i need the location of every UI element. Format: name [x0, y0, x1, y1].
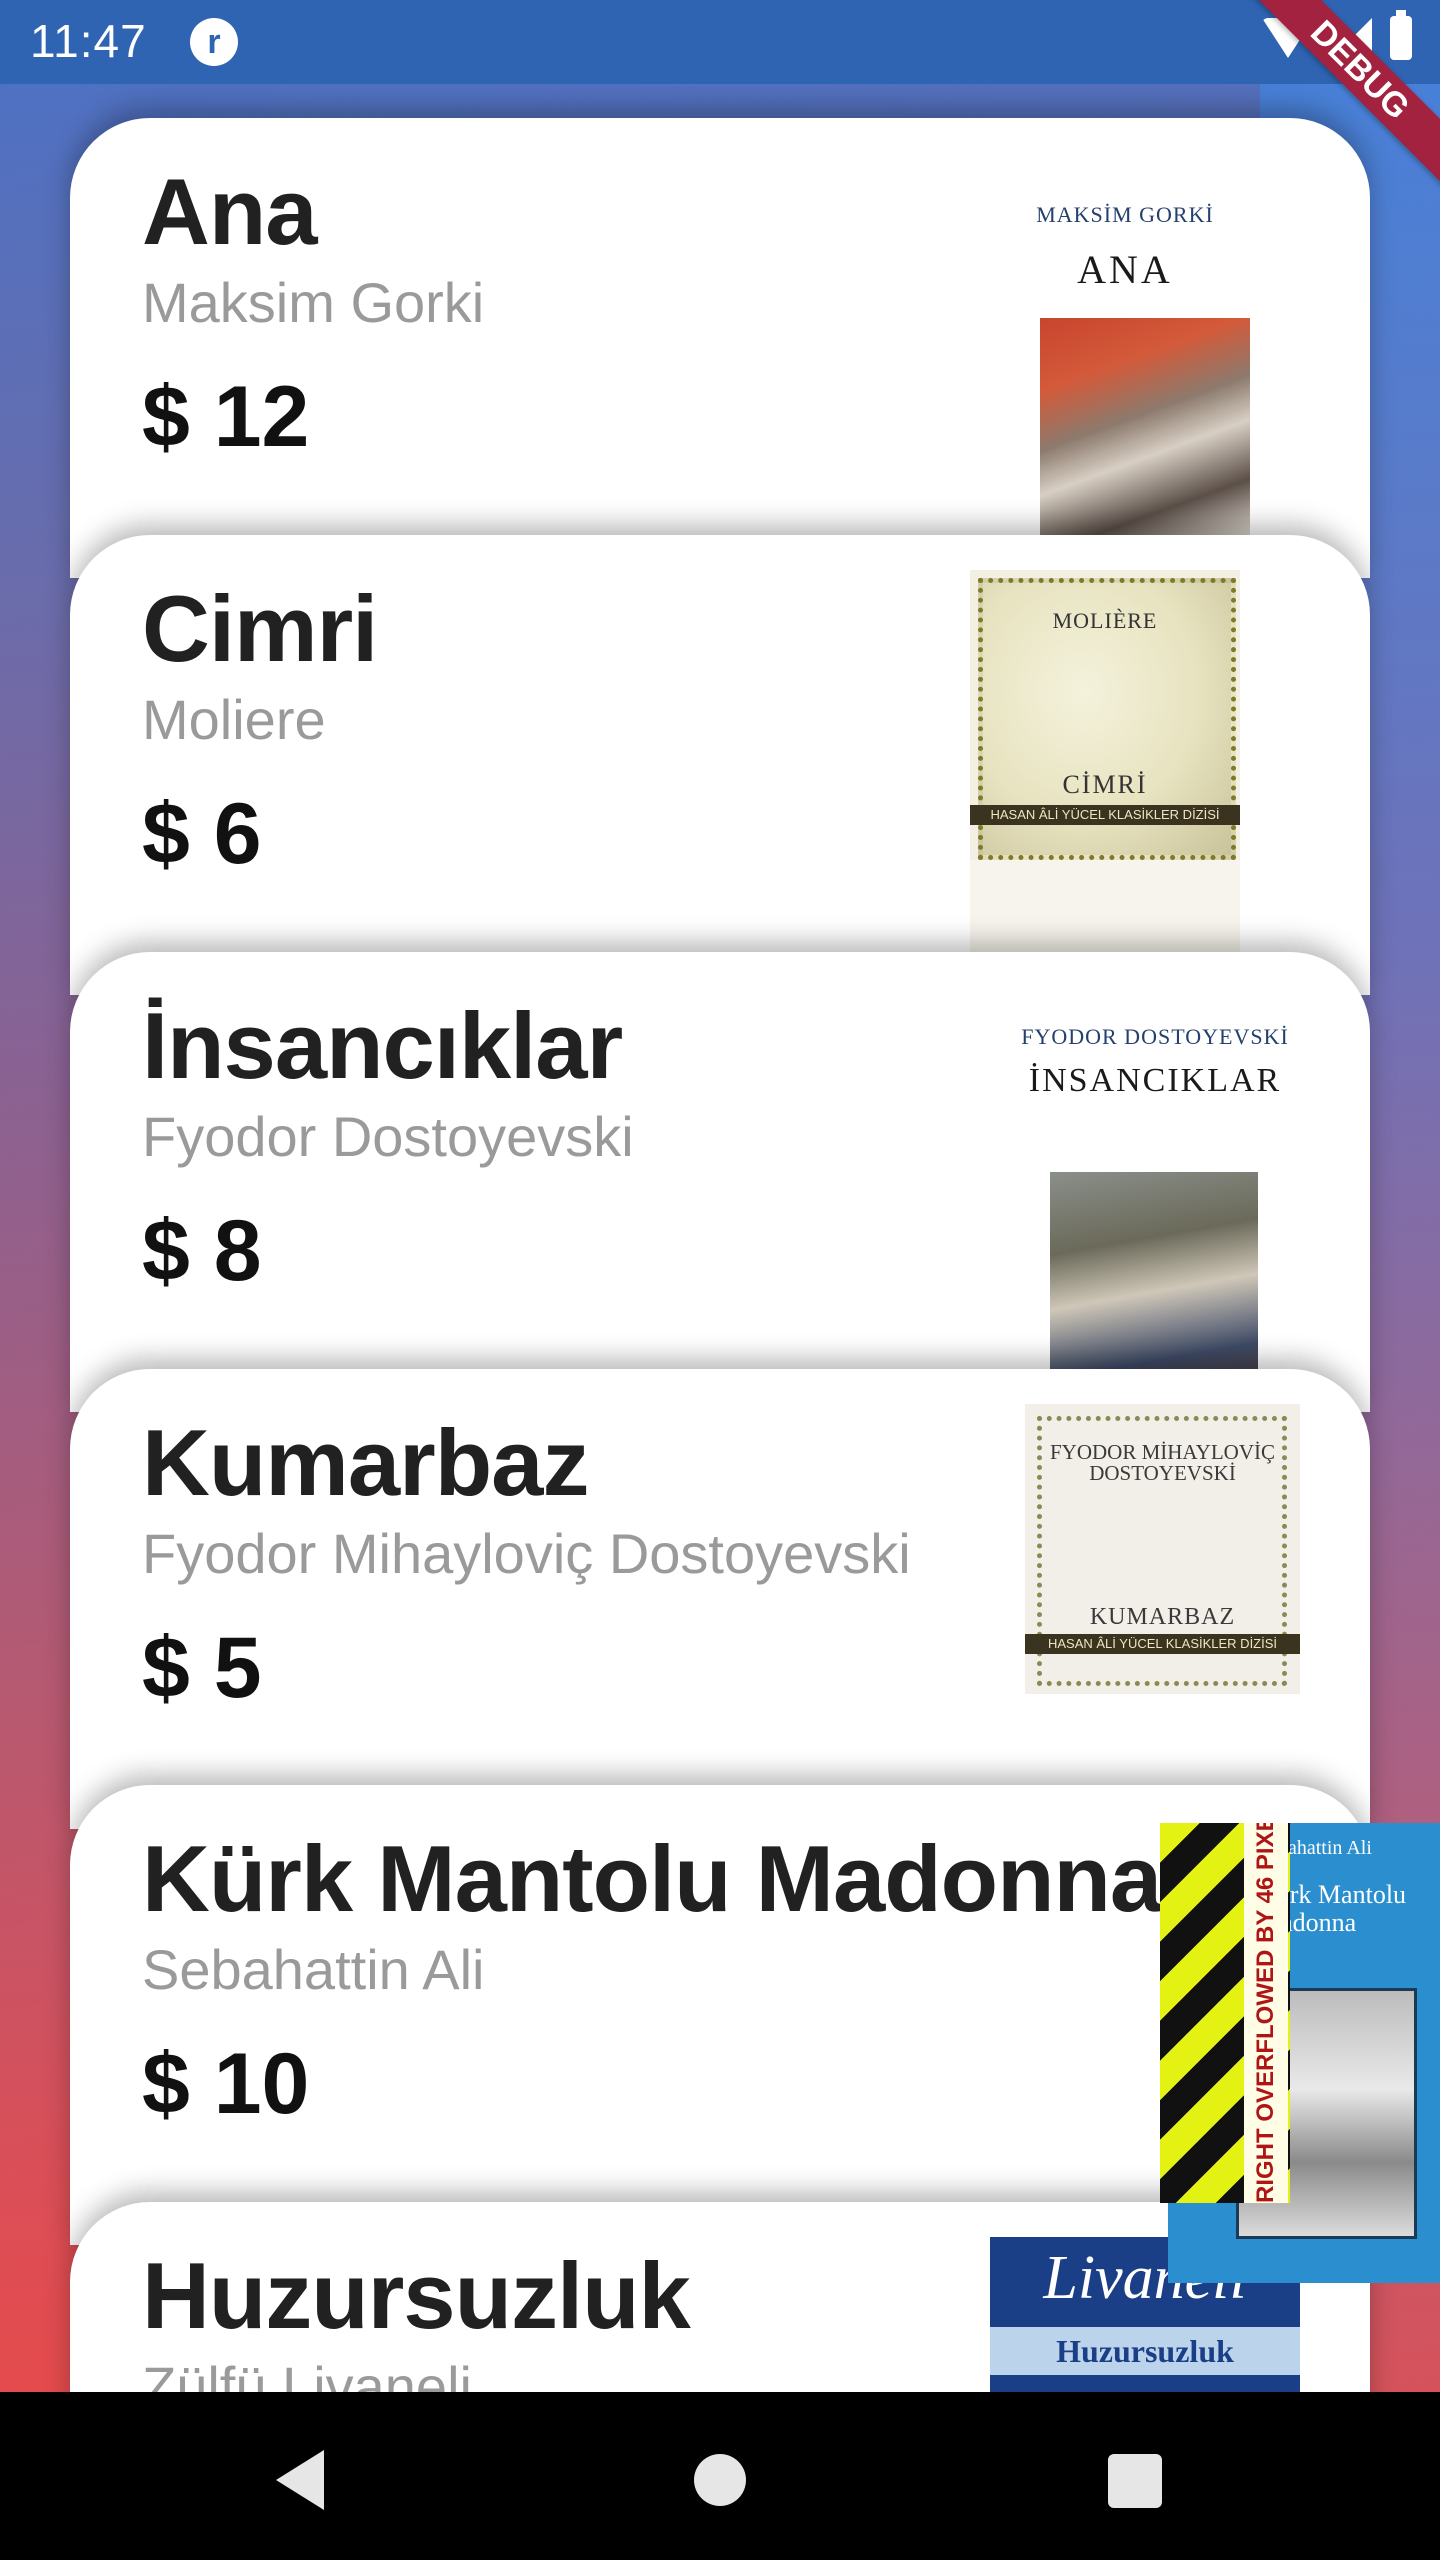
cover-series-band: HASAN ÂLİ YÜCEL KLASİKLER DİZİSİ: [970, 805, 1240, 825]
book-title: Ana: [142, 159, 318, 264]
status-bar: 11:47 r: [0, 0, 1440, 84]
recents-icon[interactable]: [1108, 2454, 1162, 2508]
book-card-cimri[interactable]: Cimri Moliere $ 6 MOLIÈRE CİMRİ HASAN ÂL…: [70, 535, 1370, 995]
book-list[interactable]: Ana Maksim Gorki $ 12 MAKSİM GORKİ ANA C…: [0, 0, 1440, 2392]
cover-author-text: FYODOR MİHAYLOVİÇ DOSTOYEVSKİ: [1050, 1440, 1275, 1485]
cover-title-text: CİMRİ: [1062, 770, 1148, 799]
overflow-warning-label: RIGHT OVERFLOWED BY 46 PIXELS: [1244, 1823, 1288, 2203]
cover-author-text: MOLIÈRE: [1052, 608, 1158, 633]
status-time: 11:47: [30, 15, 147, 67]
book-cover-image: MAKSİM GORKİ ANA: [990, 178, 1260, 538]
app-notification-icon: r: [190, 18, 238, 66]
cover-title-text: ANA: [1077, 247, 1173, 292]
book-cover-image: MOLIÈRE CİMRİ HASAN ÂLİ YÜCEL KLASİKLER …: [970, 570, 1240, 995]
cover-author-text: MAKSİM GORKİ: [1036, 202, 1214, 227]
book-author: Sebahattin Ali: [142, 1938, 485, 2001]
book-author: Moliere: [142, 688, 326, 751]
book-card-kumarbaz[interactable]: Kumarbaz Fyodor Mihayloviç Dostoyevski $…: [70, 1369, 1370, 1829]
cover-title-text: KUMARBAZ: [1089, 1604, 1236, 1630]
book-card-insanciklar[interactable]: İnsancıklar Fyodor Dostoyevski $ 8 FYODO…: [70, 952, 1370, 1412]
cover-series-band: HASAN ÂLİ YÜCEL KLASİKLER DİZİSİ: [1025, 1634, 1300, 1654]
book-title: Cimri: [142, 576, 378, 681]
book-title: Kumarbaz: [142, 1410, 589, 1515]
system-nav-bar: [0, 2392, 1440, 2560]
book-title: Kürk Mantolu Madonna: [142, 1826, 1162, 1931]
book-price: $ 6: [142, 786, 262, 882]
cover-title-text: Huzursuzluk: [990, 2327, 1300, 2375]
home-icon[interactable]: [694, 2454, 746, 2506]
book-title: İnsancıklar: [142, 993, 623, 1098]
battery-icon: [1390, 10, 1412, 60]
book-price: $ 8: [142, 1203, 262, 1299]
cover-artwork: [1040, 318, 1250, 538]
book-author: Fyodor Mihayloviç Dostoyevski: [142, 1522, 911, 1585]
cover-author-text: FYODOR DOSTOYEVSKİ: [1021, 1024, 1289, 1049]
book-card-ana[interactable]: Ana Maksim Gorki $ 12 MAKSİM GORKİ ANA: [70, 118, 1370, 578]
book-title: Huzursuzluk: [142, 2243, 691, 2348]
book-cover-image: Sabahattin Ali Kürk Mantolu Madonna RIGH…: [1160, 1823, 1440, 2283]
book-price: $ 10: [142, 2036, 310, 2132]
book-cover-image: FYODOR DOSTOYEVSKİ İNSANCIKLAR: [1010, 1002, 1300, 1412]
cover-title-text: İNSANCIKLAR: [1028, 1062, 1282, 1099]
book-author: Fyodor Dostoyevski: [142, 1105, 634, 1168]
book-cover-image: FYODOR MİHAYLOVİÇ DOSTOYEVSKİ KUMARBAZ H…: [1025, 1404, 1300, 1694]
book-author: Zülfü Livaneli: [142, 2355, 472, 2392]
book-card-kurk-mantolu-madonna[interactable]: Kürk Mantolu Madonna Sebahattin Ali $ 10…: [70, 1785, 1440, 2283]
book-price: $ 12: [142, 369, 310, 465]
book-author: Maksim Gorki: [142, 271, 485, 334]
book-price: $ 5: [142, 1620, 262, 1716]
back-icon[interactable]: [276, 2450, 324, 2510]
